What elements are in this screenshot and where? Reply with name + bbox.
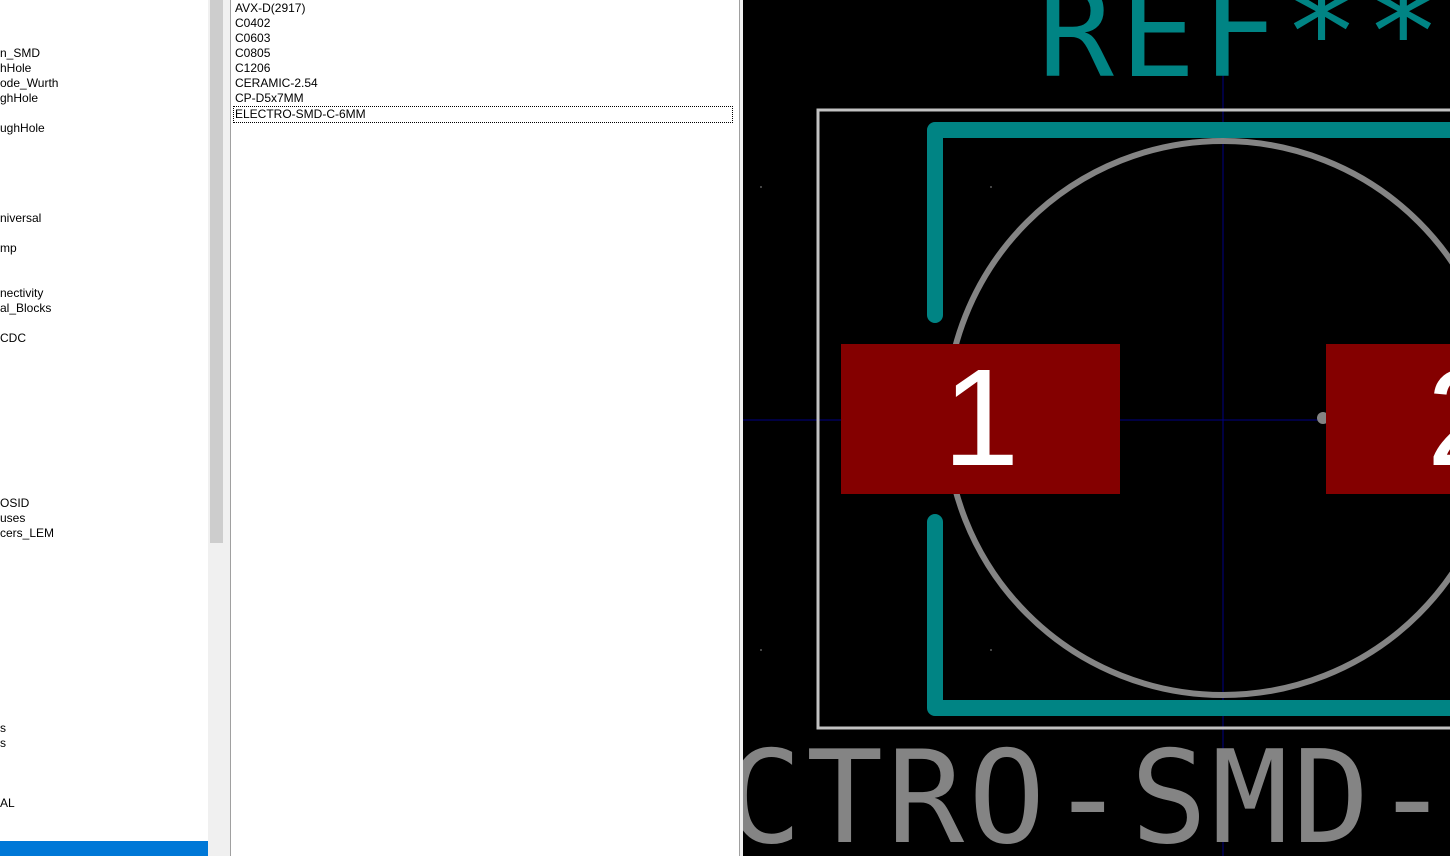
footprint-preview-svg: 1 2 REF** CTRO-SMD- (743, 0, 1450, 856)
library-item[interactable]: hHole (0, 61, 31, 76)
footprint-item[interactable]: AVX-D(2917) (235, 1, 305, 16)
library-item[interactable]: mp (0, 241, 17, 256)
library-item[interactable]: cers_LEM (0, 526, 54, 541)
footprint-item-selected[interactable]: ELECTRO-SMD-C-6MM (233, 106, 733, 123)
library-list-pane[interactable]: n_SMD hHole ode_Wurth ghHole ughHole niv… (0, 0, 208, 856)
library-item-selected-highlight[interactable] (0, 841, 208, 856)
reference-designator: REF** (1038, 0, 1447, 106)
footprint-item[interactable]: C0402 (235, 16, 270, 31)
library-item[interactable]: s (0, 721, 6, 736)
grid-dot (760, 649, 762, 651)
library-item[interactable]: ghHole (0, 91, 38, 106)
library-item[interactable]: OSID (0, 496, 29, 511)
footprint-preview-canvas[interactable]: 1 2 REF** CTRO-SMD- (743, 0, 1450, 856)
library-item[interactable]: niversal (0, 211, 41, 226)
library-item[interactable]: ughHole (0, 121, 45, 136)
footprint-item[interactable]: C0603 (235, 31, 270, 46)
footprint-item[interactable]: C1206 (235, 61, 270, 76)
footprint-item[interactable]: C0805 (235, 46, 270, 61)
pad-2-number: 2 (1427, 341, 1450, 495)
grid-dot (990, 186, 992, 188)
footprint-value-text: CTRO-SMD- (743, 724, 1450, 856)
library-item[interactable]: uses (0, 511, 25, 526)
footprint-item[interactable]: CP-D5x7MM (235, 91, 304, 106)
silkscreen-bottom (927, 514, 1450, 716)
library-item[interactable]: al_Blocks (0, 301, 51, 316)
library-item[interactable]: s (0, 736, 6, 751)
grid-dot (990, 649, 992, 651)
library-item[interactable]: CDC (0, 331, 26, 346)
grid-dot (760, 186, 762, 188)
silkscreen-top (927, 122, 1450, 323)
library-item[interactable]: ode_Wurth (0, 76, 58, 91)
library-item[interactable]: n_SMD (0, 46, 40, 61)
library-item[interactable]: AL (0, 796, 15, 811)
footprint-item[interactable]: CERAMIC-2.54 (235, 76, 318, 91)
scrollbar-thumb[interactable] (210, 0, 223, 543)
library-item[interactable]: nectivity (0, 286, 43, 301)
library-list-scrollbar[interactable] (208, 0, 225, 856)
footprint-list-pane[interactable]: AVX-D(2917) C0402 C0603 C0805 C1206 CERA… (231, 0, 739, 856)
pad-1-number: 1 (943, 341, 1020, 495)
